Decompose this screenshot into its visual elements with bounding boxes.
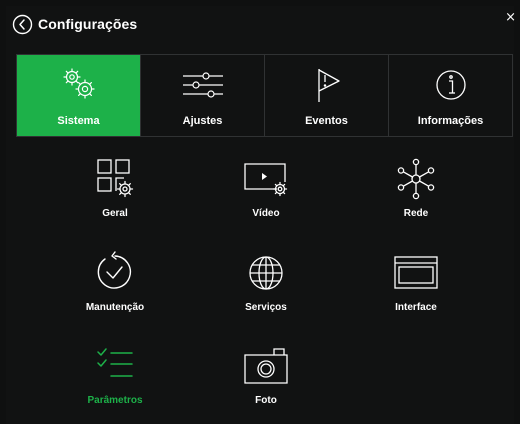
tab-eventos[interactable]: Eventos [265,55,389,136]
tab-sistema[interactable]: Sistema [17,55,141,136]
item-geral-label: Geral [102,208,128,219]
flag-icon [317,69,340,102]
window-title: Configurações [38,16,138,32]
item-foto[interactable]: Foto [206,343,326,406]
globe-icon [249,256,283,290]
tab-informacoes-label: Informações [417,115,484,127]
tab-sistema-label: Sistema [57,115,100,127]
item-parametros[interactable]: Parâmetros [55,343,175,406]
item-foto-label: Foto [255,395,277,406]
info-icon [435,70,466,100]
item-manutencao[interactable]: Manutenção [55,250,175,313]
item-servicos[interactable]: Serviços [206,250,326,313]
item-manutencao-label: Manutenção [85,302,145,313]
general-settings-icon [97,159,134,198]
item-parametros-label: Parâmetros [87,395,143,406]
tab-ajustes-label: Ajustes [182,115,223,127]
camera-icon [244,348,288,384]
tab-informacoes[interactable]: Informações [389,55,512,136]
interface-icon [394,256,438,289]
back-arrow-icon [12,14,33,35]
item-rede-label: Rede [403,208,429,219]
close-button[interactable]: × [505,10,516,25]
maintenance-icon [97,251,132,289]
sliders-icon [182,72,223,98]
gears-icon [62,68,95,99]
item-video-label: Vídeo [252,208,280,219]
title-bar: Configurações × [6,6,516,44]
video-settings-icon [244,163,288,197]
checklist-icon [97,348,133,377]
item-interface[interactable]: Interface [356,250,476,313]
item-rede[interactable]: Rede [356,156,476,219]
tab-ajustes[interactable]: Ajustes [141,55,265,136]
item-geral[interactable]: Geral [55,156,175,219]
settings-window: Configurações × Sistema Ajustes Eventos … [6,6,516,424]
tab-eventos-label: Eventos [305,115,348,127]
back-button[interactable] [12,14,33,35]
item-interface-label: Interface [395,302,437,313]
network-icon [397,158,435,200]
item-servicos-label: Serviços [245,302,287,313]
item-video[interactable]: Vídeo [206,156,326,219]
settings-tabs: Sistema Ajustes Eventos Informações [16,54,513,137]
